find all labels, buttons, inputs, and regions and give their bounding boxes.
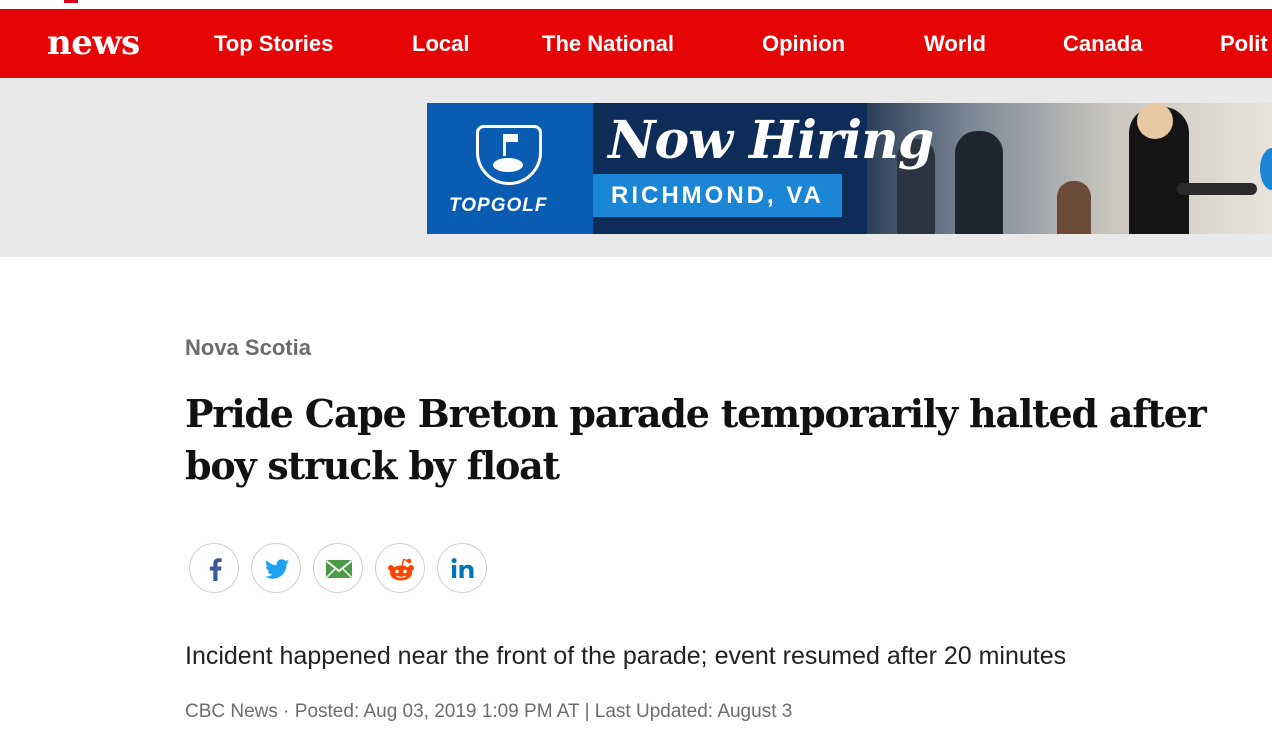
nav-top-stories[interactable]: Top Stories	[214, 31, 333, 57]
nav-politics[interactable]: Polit	[1220, 31, 1268, 57]
ad-headline: Now Hiring	[608, 110, 934, 171]
nav-world[interactable]: World	[924, 31, 986, 57]
topgolf-brand-panel: TOPGOLF	[427, 103, 593, 234]
article-byline: CBC News · Posted: Aug 03, 2019 1:09 PM …	[185, 701, 793, 722]
nav-the-national[interactable]: The National	[542, 31, 674, 57]
reddit-icon	[388, 558, 414, 581]
share-bar	[189, 543, 499, 593]
reddit-share-button[interactable]	[375, 543, 425, 593]
article-headline: Pride Cape Breton parade temporarily hal…	[185, 391, 1207, 488]
main-nav: news Top Stories Local The National Opin…	[0, 9, 1272, 78]
twitter-icon	[265, 559, 289, 579]
topgolf-logo-icon	[476, 125, 542, 185]
facebook-icon	[209, 558, 222, 581]
email-icon	[325, 560, 353, 579]
news-logo[interactable]: news	[47, 23, 140, 63]
linkedin-share-button[interactable]	[437, 543, 487, 593]
linkedin-icon	[451, 558, 474, 578]
article-deck: Incident happened near the front of the …	[185, 642, 1067, 670]
ad-location: RICHMOND, VA	[593, 174, 842, 217]
nav-local[interactable]: Local	[412, 31, 469, 57]
top-strip	[0, 0, 1272, 9]
ad-brand-name: TOPGOLF	[449, 195, 548, 216]
email-share-button[interactable]	[313, 543, 363, 593]
top-strip-mark	[64, 0, 78, 3]
twitter-share-button[interactable]	[251, 543, 301, 593]
facebook-share-button[interactable]	[189, 543, 239, 593]
section-label[interactable]: Nova Scotia	[185, 335, 311, 361]
nav-canada[interactable]: Canada	[1063, 31, 1142, 57]
nav-opinion[interactable]: Opinion	[762, 31, 845, 57]
topgolf-ad-banner[interactable]: TOPGOLF Now Hiring RICHMOND, VA	[427, 103, 1272, 234]
